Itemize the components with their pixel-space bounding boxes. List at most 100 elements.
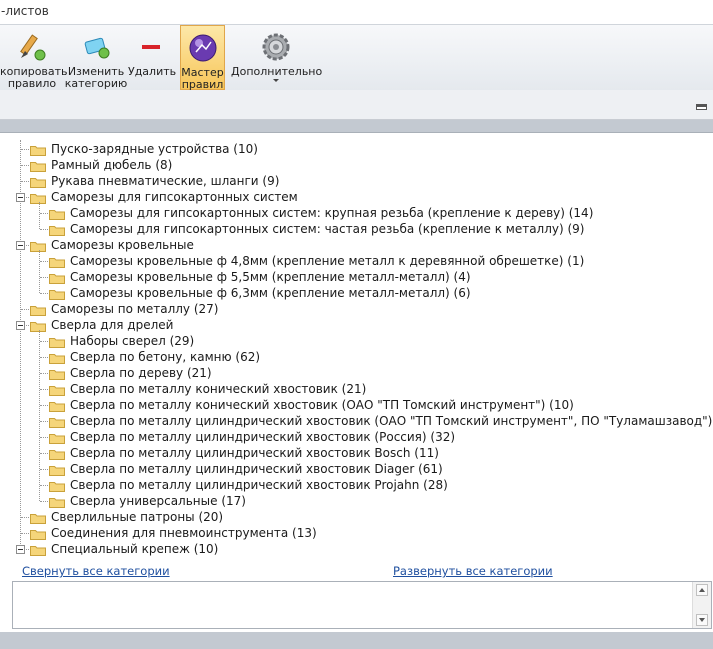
tree-node-label: Сверла по металлу конический хвостовик (… bbox=[70, 382, 367, 396]
tree-node-label: Пуско-зарядные устройства (10) bbox=[51, 142, 258, 156]
folder-icon bbox=[49, 480, 65, 492]
folder-icon bbox=[49, 208, 65, 220]
folder-icon bbox=[30, 304, 46, 316]
folder-icon bbox=[30, 512, 46, 524]
tree-node-label: Саморезы кровельные ф 6,3мм (крепление м… bbox=[70, 286, 471, 300]
tree-connector bbox=[40, 229, 48, 230]
tree-connector bbox=[40, 293, 48, 294]
rule-wizard-button[interactable]: Мастер правил bbox=[180, 25, 225, 91]
folder-icon bbox=[30, 320, 46, 332]
folder-icon bbox=[49, 224, 65, 236]
tree-node-label: Саморезы по металлу (27) bbox=[51, 302, 219, 316]
expand-all-link[interactable]: Развернуть все категории bbox=[393, 564, 553, 578]
change-category-label-2: категорию bbox=[64, 77, 128, 90]
collapse-toggle-icon[interactable] bbox=[16, 193, 25, 202]
tree-connector bbox=[21, 309, 29, 310]
panel-header bbox=[0, 90, 713, 120]
category-tree: Пуско-зарядные устройства (10) Рамный дюб… bbox=[0, 140, 713, 560]
delete-button[interactable]: Удалить bbox=[128, 25, 176, 90]
window-title-bar: -листов bbox=[0, 0, 713, 24]
folder-icon bbox=[49, 272, 65, 284]
tree-guide-line bbox=[39, 202, 40, 229]
folder-icon bbox=[49, 448, 65, 460]
scroll-up-arrow-icon[interactable] bbox=[696, 584, 708, 596]
tree-node-label: Сверлильные патроны (20) bbox=[51, 510, 224, 524]
tree-connector bbox=[40, 261, 48, 262]
tree-node-label: Соединения для пневмоинструмента (13) bbox=[51, 526, 317, 540]
minimize-panel-icon[interactable] bbox=[696, 104, 707, 110]
collapse-all-link[interactable]: Свернуть все категории bbox=[22, 564, 170, 578]
tree-connector bbox=[40, 421, 48, 422]
folder-icon bbox=[49, 432, 65, 444]
tree-node-label: Наборы сверел (29) bbox=[70, 334, 195, 348]
notes-textarea[interactable] bbox=[12, 581, 712, 629]
notes-scrollbar[interactable] bbox=[692, 582, 711, 628]
folder-icon bbox=[30, 176, 46, 188]
tree-node-label: Саморезы для гипсокартонных систем: част… bbox=[70, 222, 585, 236]
folder-icon bbox=[49, 464, 65, 476]
tree-node-label: Саморезы кровельные bbox=[51, 238, 194, 252]
tree-node-label: Сверла для дрелей bbox=[51, 318, 174, 332]
more-label: Дополнительно bbox=[231, 65, 323, 78]
more-dropdown-button[interactable]: Дополнительно bbox=[231, 25, 323, 90]
tree-connector bbox=[40, 437, 48, 438]
folder-icon bbox=[30, 240, 46, 252]
pencil-icon bbox=[16, 31, 48, 63]
tree-connector bbox=[40, 405, 48, 406]
folder-icon bbox=[49, 352, 65, 364]
folder-icon bbox=[49, 368, 65, 380]
tree-connector bbox=[40, 389, 48, 390]
tree-guide-line bbox=[39, 250, 40, 293]
tree-connector bbox=[21, 517, 29, 518]
tree-node-label: Сверла по металлу конический хвостовик (… bbox=[70, 398, 574, 412]
tree-connector bbox=[40, 453, 48, 454]
tree-connector bbox=[21, 165, 29, 166]
tree-node-label: Сверла по металлу цилиндрический хвостов… bbox=[70, 414, 713, 428]
tree-node-label: Рукава пневматические, шланги (9) bbox=[51, 174, 280, 188]
tree-node-label: Сверла по металлу цилиндрический хвостов… bbox=[70, 478, 448, 492]
tree-node-label: Сверла по бетону, камню (62) bbox=[70, 350, 261, 364]
tree-connector bbox=[40, 213, 48, 214]
tree-connector bbox=[40, 277, 48, 278]
copy-rule-button[interactable]: копировать правило bbox=[0, 25, 68, 90]
tree-node-label: Саморезы для гипсокартонных систем bbox=[51, 190, 298, 204]
wizard-orb-icon bbox=[187, 32, 219, 64]
tree-node-label: Сверла универсальные (17) bbox=[70, 494, 246, 508]
scroll-down-arrow-icon[interactable] bbox=[696, 614, 708, 626]
collapse-toggle-icon[interactable] bbox=[16, 545, 25, 554]
tree-header-bar bbox=[0, 120, 713, 133]
tree-node-label: Сверла по металлу цилиндрический хвостов… bbox=[70, 430, 456, 444]
tree-node-label: Саморезы кровельные ф 5,5мм (крепление м… bbox=[70, 270, 471, 284]
folder-icon bbox=[49, 400, 65, 412]
tree-node-label: Специальный крепеж (10) bbox=[51, 542, 219, 556]
folder-icon bbox=[30, 528, 46, 540]
chevron-down-icon bbox=[273, 79, 279, 82]
folder-icon bbox=[49, 384, 65, 396]
window-title: -листов bbox=[1, 4, 49, 18]
tree-node-label: Рамный дюбель (8) bbox=[51, 158, 173, 172]
folder-icon bbox=[49, 496, 65, 508]
tree-connector bbox=[40, 341, 48, 342]
tree-connector bbox=[40, 469, 48, 470]
tree-connector bbox=[40, 501, 48, 502]
folder-icon bbox=[30, 160, 46, 172]
tree-connector bbox=[21, 149, 29, 150]
collapse-toggle-icon[interactable] bbox=[16, 321, 25, 330]
tree-connector bbox=[40, 485, 48, 486]
tree-node-label: Сверла по дереву (21) bbox=[70, 366, 212, 380]
folder-icon bbox=[49, 336, 65, 348]
tree-node-label: Саморезы для гипсокартонных систем: круп… bbox=[70, 206, 594, 220]
folder-icon bbox=[30, 192, 46, 204]
tree-node-label: Сверла по металлу цилиндрический хвостов… bbox=[70, 446, 439, 460]
tree-connector bbox=[40, 357, 48, 358]
folder-icon bbox=[49, 256, 65, 268]
tree-connector bbox=[21, 533, 29, 534]
collapse-toggle-icon[interactable] bbox=[16, 241, 25, 250]
tree-connector bbox=[40, 373, 48, 374]
folder-icon bbox=[49, 288, 65, 300]
status-bar bbox=[0, 632, 713, 649]
change-category-button[interactable]: Изменить категорию bbox=[64, 25, 128, 90]
ribbon-toolbar: копировать правило Изменить категорию Уд… bbox=[0, 24, 713, 91]
folder-icon bbox=[30, 544, 46, 556]
tree-guide-line bbox=[39, 330, 40, 501]
